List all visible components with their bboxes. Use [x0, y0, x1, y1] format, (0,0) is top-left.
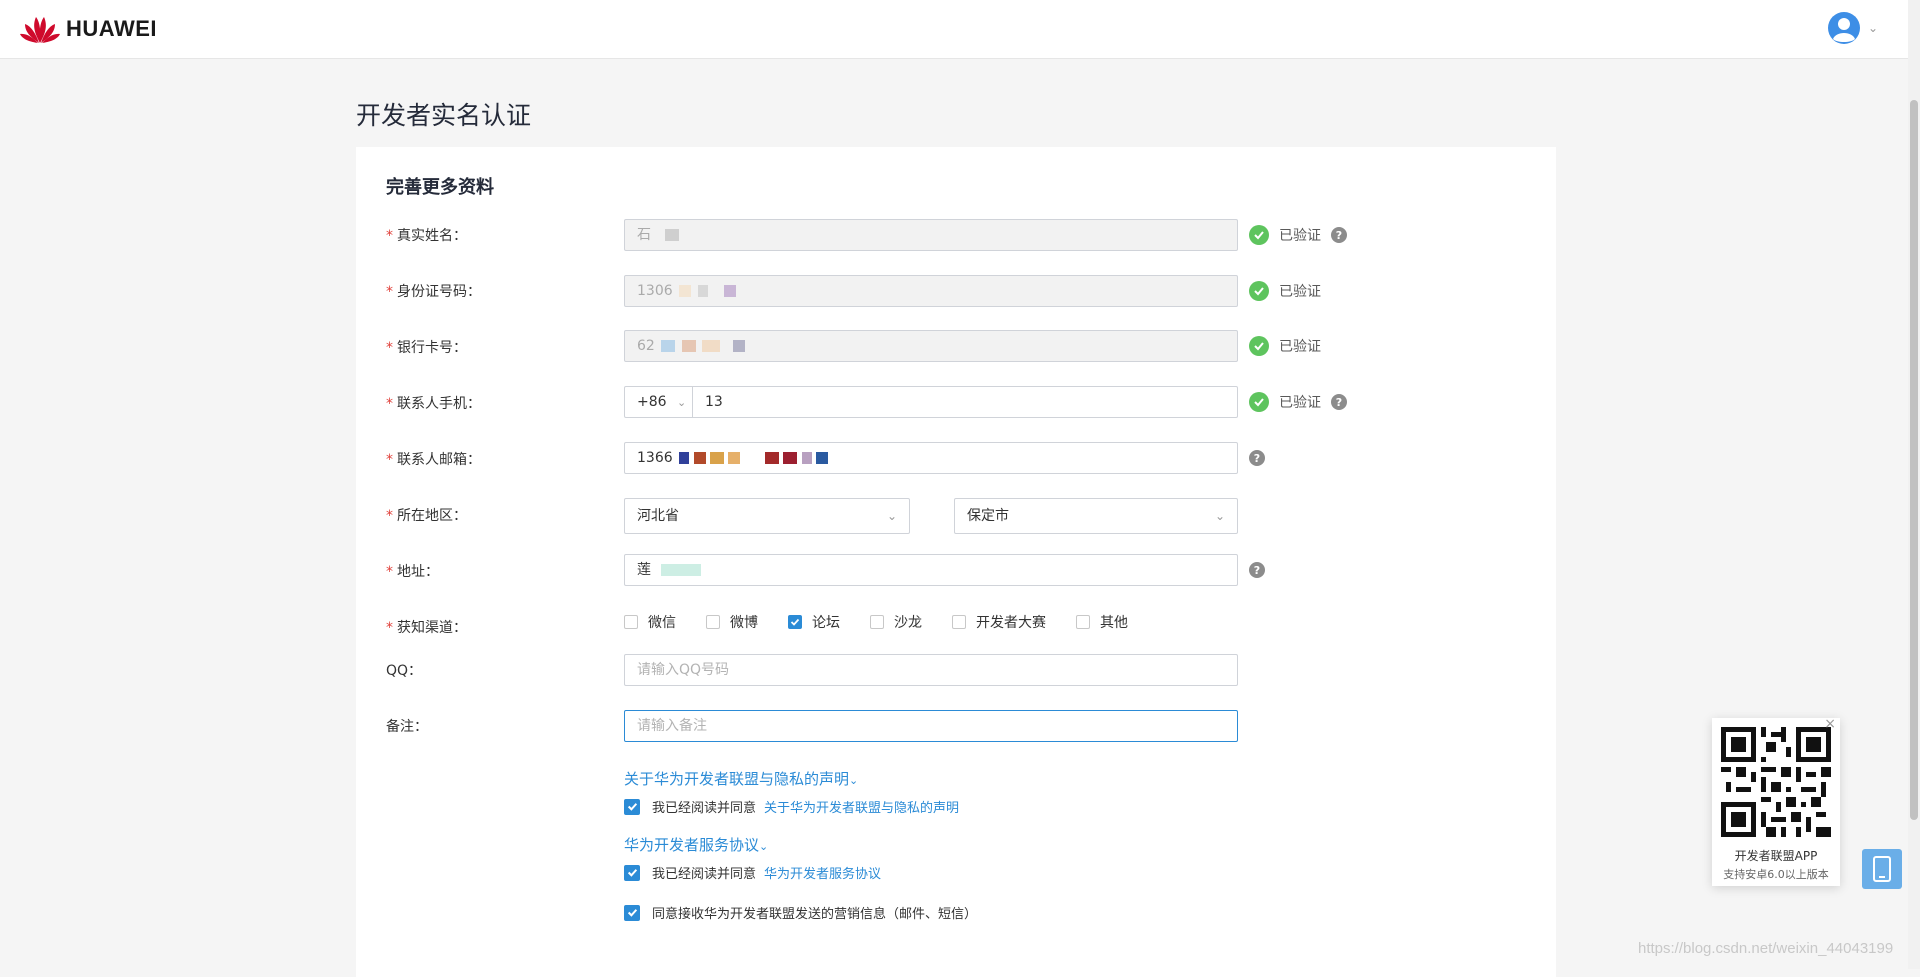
huawei-logo[interactable]: HUAWEI	[20, 14, 157, 44]
top-navbar: HUAWEI ⌄	[0, 0, 1908, 59]
check-circle-icon	[1249, 281, 1269, 301]
phone-input[interactable]: 13	[705, 387, 723, 417]
address-label: * 地址：	[386, 564, 439, 580]
channel-option-wechat[interactable]: 微信	[624, 612, 676, 632]
chevron-down-icon: ⌄	[1214, 509, 1225, 523]
page-title: 开发者实名认证	[356, 101, 532, 130]
checkbox[interactable]	[952, 615, 966, 629]
privacy-statement-toggle[interactable]: 关于华为开发者联盟与隐私的声明⌄	[624, 768, 858, 789]
scrollbar[interactable]	[1908, 0, 1920, 969]
help-icon[interactable]: ?	[1249, 450, 1265, 466]
mobile-app-button[interactable]	[1862, 849, 1902, 889]
bank-card-field: 62	[624, 330, 1238, 362]
marketing-agree-row: 同意接收华为开发者联盟发送的营销信息（邮件、短信）	[624, 903, 977, 922]
check-circle-icon	[1249, 225, 1269, 245]
service-agreement-toggle[interactable]: 华为开发者服务协议⌄	[624, 834, 768, 855]
required-mark: *	[386, 228, 393, 244]
checkbox[interactable]	[1076, 615, 1090, 629]
checkbox[interactable]	[870, 615, 884, 629]
checkbox-checked[interactable]	[624, 798, 640, 815]
help-icon[interactable]: ?	[1331, 227, 1347, 243]
section-title: 完善更多资料	[386, 177, 494, 198]
id-number-verified: 已验证	[1249, 281, 1321, 301]
checkbox[interactable]	[706, 615, 720, 629]
qr-code-image	[1721, 727, 1831, 837]
channel-options: 微信 微博 论坛 沙龙 开发者大赛 其他	[624, 612, 1158, 632]
channel-option-other[interactable]: 其他	[1076, 612, 1128, 632]
email-help: ?	[1249, 450, 1265, 466]
mobile-phone-icon	[1873, 856, 1891, 882]
form-card: 完善更多资料 * 真实姓名： 石 已验证 ? * 身份证号码： 1306 已验证 *…	[356, 147, 1556, 977]
huawei-flower-icon	[20, 17, 60, 43]
address-field[interactable]: 莲	[624, 554, 1238, 586]
phone-label: * 联系人手机：	[386, 396, 481, 412]
checkbox-checked[interactable]	[788, 615, 802, 629]
real-name-verified: 已验证 ?	[1249, 225, 1347, 245]
service-agreement-link[interactable]: 华为开发者服务协议	[764, 863, 881, 882]
user-menu[interactable]: ⌄	[1827, 12, 1878, 44]
id-number-field: 1306	[624, 275, 1238, 307]
qr-title: 开发者联盟APP	[1734, 849, 1818, 863]
remark-label: 备注：	[386, 719, 428, 735]
phone-verified: 已验证 ?	[1249, 392, 1347, 412]
chevron-down-icon: ⌄	[886, 509, 897, 523]
privacy-agree-row: 我已经阅读并同意 关于华为开发者联盟与隐私的声明	[624, 797, 959, 816]
close-icon[interactable]: ×	[1824, 716, 1836, 732]
address-help: ?	[1249, 562, 1265, 578]
qq-label: QQ：	[386, 663, 423, 679]
scrollbar-thumb[interactable]	[1910, 100, 1918, 820]
chevron-down-icon: ⌄	[759, 840, 769, 853]
help-icon[interactable]: ?	[1249, 562, 1265, 578]
brand-name: HUAWEI	[66, 16, 157, 41]
id-number-label: * 身份证号码：	[386, 284, 481, 300]
help-icon[interactable]: ?	[1331, 394, 1347, 410]
checkbox-checked[interactable]	[624, 904, 640, 921]
chevron-down-icon: ⌄	[849, 774, 859, 787]
channel-option-weibo[interactable]: 微博	[706, 612, 758, 632]
bank-card-verified: 已验证	[1249, 336, 1321, 356]
city-select[interactable]: 保定市 ⌄	[954, 498, 1238, 534]
redacted-mark	[665, 229, 680, 241]
check-circle-icon	[1249, 392, 1269, 412]
email-field[interactable]: 1366	[624, 442, 1238, 474]
privacy-statement-link[interactable]: 关于华为开发者联盟与隐私的声明	[764, 797, 959, 816]
chevron-down-icon: ⌄	[677, 396, 687, 409]
channel-label: * 获知渠道：	[386, 620, 467, 636]
province-select[interactable]: 河北省 ⌄	[624, 498, 910, 534]
channel-option-contest[interactable]: 开发者大赛	[952, 612, 1046, 632]
watermark: https://blog.csdn.net/weixin_44043199	[1638, 940, 1894, 957]
chevron-down-icon: ⌄	[1867, 21, 1878, 35]
remark-input[interactable]: 请输入备注	[624, 710, 1238, 742]
channel-option-salon[interactable]: 沙龙	[870, 612, 922, 632]
avatar-icon	[1827, 12, 1860, 44]
checkbox-checked[interactable]	[624, 864, 640, 881]
real-name-field: 石	[624, 219, 1238, 251]
region-label: * 所在地区：	[386, 508, 467, 524]
phone-field: +86 ⌄ 13	[624, 386, 1238, 418]
channel-option-forum[interactable]: 论坛	[788, 612, 840, 632]
check-circle-icon	[1249, 336, 1269, 356]
checkbox[interactable]	[624, 615, 638, 629]
qq-input[interactable]: 请输入QQ号码	[624, 654, 1238, 686]
app-qr-panel: × 开发者联盟APP 支持安卓6.0以上版本	[1712, 716, 1840, 886]
bank-card-label: * 银行卡号：	[386, 340, 467, 356]
real-name-label: * 真实姓名：	[386, 228, 467, 244]
qr-subtitle: 支持安卓6.0以上版本	[1723, 868, 1829, 881]
email-label: * 联系人邮箱：	[386, 452, 481, 468]
country-code-select[interactable]: +86 ⌄	[625, 387, 693, 417]
service-agree-row: 我已经阅读并同意 华为开发者服务协议	[624, 863, 881, 882]
